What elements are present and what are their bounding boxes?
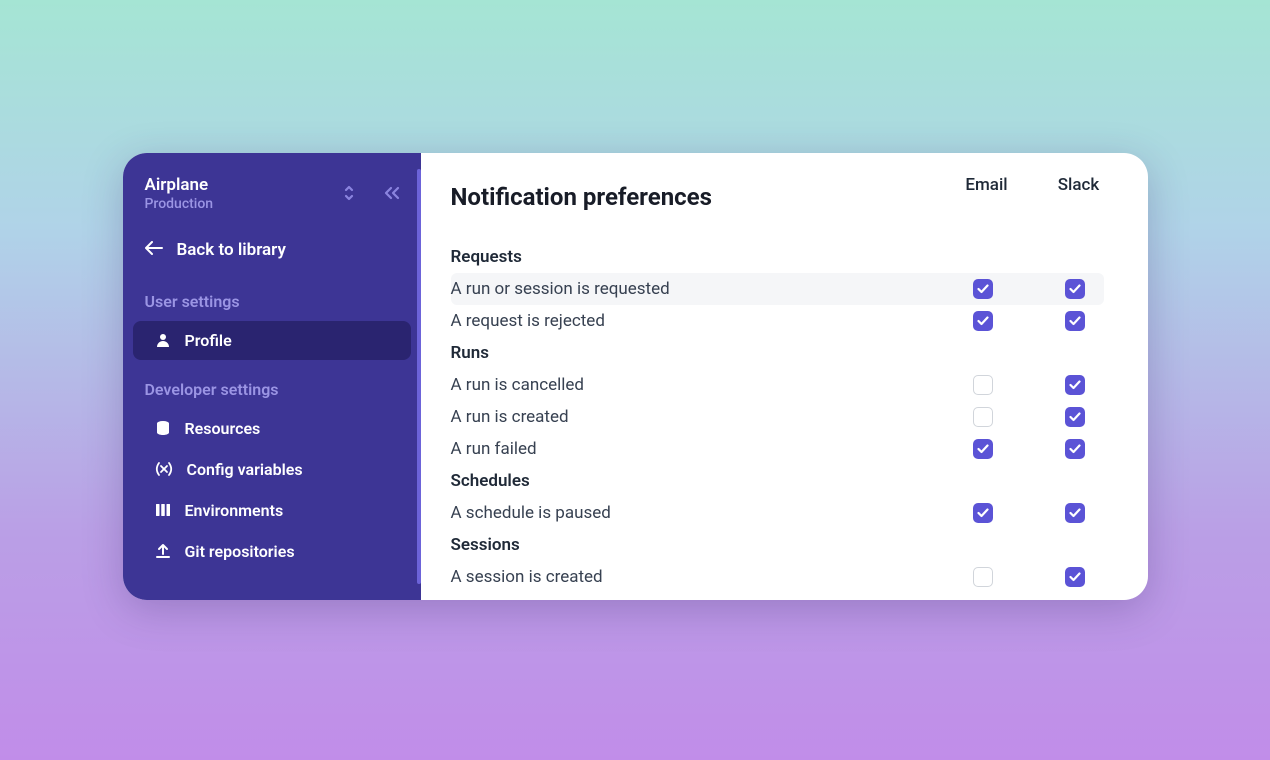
main-content: Notification preferences Email Slack Req… [421, 153, 1148, 600]
preference-checkboxes [958, 279, 1100, 299]
preference-checkboxes [958, 311, 1100, 331]
sidebar-item-environments[interactable]: Environments [133, 491, 411, 530]
sidebar-item-config-variables[interactable]: Config variables [133, 450, 411, 489]
main-header: Notification preferences Email Slack [451, 175, 1104, 211]
checkbox-slack[interactable] [1065, 279, 1085, 299]
workspace-info[interactable]: Airplane Production [145, 175, 214, 212]
preference-group-title: Runs [451, 337, 1104, 369]
checkbox-email[interactable] [973, 311, 993, 331]
variable-icon [155, 461, 173, 477]
preference-checkboxes [958, 503, 1100, 523]
sidebar-item-label: Git repositories [185, 542, 295, 561]
checkbox-email[interactable] [973, 503, 993, 523]
checkbox-slack[interactable] [1065, 439, 1085, 459]
checkbox-slack[interactable] [1065, 375, 1085, 395]
upload-icon [155, 543, 171, 559]
preference-label: A run is cancelled [451, 375, 585, 395]
preference-checkboxes [958, 407, 1100, 427]
sidebar-item-label: Resources [185, 419, 261, 438]
preference-label: A run is created [451, 407, 569, 427]
page-title: Notification preferences [451, 183, 712, 211]
checkbox-slack[interactable] [1065, 311, 1085, 331]
workspace-env: Production [145, 196, 214, 212]
sidebar-item-resources[interactable]: Resources [133, 409, 411, 448]
preference-checkboxes [958, 567, 1100, 587]
preference-label: A schedule is paused [451, 503, 611, 523]
back-to-library-link[interactable]: Back to library [123, 222, 421, 274]
workspace-name: Airplane [145, 175, 214, 195]
preference-groups: Requests A run or session is requested A r… [451, 241, 1104, 593]
preference-row: A session is created [451, 561, 1104, 593]
workspace-header: Airplane Production [123, 169, 421, 222]
checkbox-email[interactable] [973, 567, 993, 587]
sidebar-item-profile[interactable]: Profile [133, 321, 411, 360]
app-window: Airplane Production Back to library User… [123, 153, 1148, 600]
database-icon [155, 420, 171, 436]
checkbox-email[interactable] [973, 375, 993, 395]
preference-row: A run failed [451, 433, 1104, 465]
preference-label: A run failed [451, 439, 537, 459]
preference-row: A run is cancelled [451, 369, 1104, 401]
sidebar-item-label: Config variables [187, 460, 303, 479]
sidebar-item-label: Profile [185, 331, 232, 350]
preference-label: A session is created [451, 567, 603, 587]
column-header-slack: Slack [1054, 175, 1104, 195]
back-label: Back to library [177, 240, 286, 260]
checkbox-email[interactable] [973, 407, 993, 427]
collapse-sidebar-icon[interactable] [383, 185, 401, 201]
checkbox-slack[interactable] [1065, 503, 1085, 523]
sidebar-section-title: User settings [123, 274, 421, 319]
checkbox-slack[interactable] [1065, 407, 1085, 427]
preference-row: A schedule is paused [451, 497, 1104, 529]
preference-checkboxes [958, 375, 1100, 395]
preference-row: A run or session is requested [451, 273, 1104, 305]
checkbox-email[interactable] [973, 439, 993, 459]
sidebar-item-label: Environments [185, 501, 284, 520]
arrow-left-icon [145, 240, 163, 259]
sidebar-item-git-repositories[interactable]: Git repositories [133, 532, 411, 571]
preference-group-title: Schedules [451, 465, 1104, 497]
preference-group-title: Requests [451, 241, 1104, 273]
columns-icon [155, 503, 171, 517]
sidebar-section-title: Developer settings [123, 362, 421, 407]
preference-checkboxes [958, 439, 1100, 459]
column-headers: Email Slack [962, 175, 1104, 195]
preference-label: A request is rejected [451, 311, 605, 331]
user-icon [155, 332, 171, 348]
checkbox-slack[interactable] [1065, 567, 1085, 587]
checkbox-email[interactable] [973, 279, 993, 299]
preference-row: A run is created [451, 401, 1104, 433]
preference-label: A run or session is requested [451, 279, 670, 299]
column-header-email: Email [962, 175, 1012, 195]
workspace-switcher-icon[interactable] [343, 185, 355, 201]
workspace-actions [343, 185, 401, 201]
preference-row: A request is rejected [451, 305, 1104, 337]
sidebar: Airplane Production Back to library User… [123, 153, 421, 600]
preference-group-title: Sessions [451, 529, 1104, 561]
